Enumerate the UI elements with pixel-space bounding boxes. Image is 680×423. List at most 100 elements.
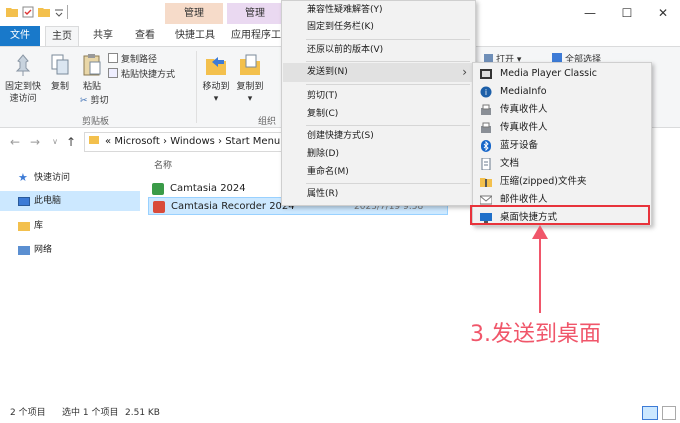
sendto-media-player-classic[interactable]: Media Player Classic — [474, 65, 651, 83]
sendto-zip-folder[interactable]: 压缩(zipped)文件夹 — [474, 173, 651, 191]
details-view-icon[interactable] — [642, 406, 658, 420]
up-arrow-icon[interactable]: ↑ — [64, 134, 78, 150]
tab-app-tools[interactable]: 应用程序工 — [228, 26, 284, 46]
menu-send-to-label: 发送到(N) — [307, 67, 348, 77]
menu-delete[interactable]: 删除(D) — [283, 145, 475, 164]
copy-button[interactable]: 复制 — [46, 53, 74, 93]
mediainfo-icon: i — [480, 86, 492, 98]
send-to-submenu: Media Player Classic i MediaInfo 传真收件人 传… — [472, 62, 652, 226]
cut-button[interactable]: ✂ 剪切 — [80, 94, 109, 108]
back-arrow-icon[interactable]: ← — [8, 134, 22, 150]
tab-file[interactable]: 文件 — [0, 26, 40, 46]
organize-group-label: 组织 — [258, 117, 277, 127]
star-icon: ★ — [18, 171, 28, 184]
sendto-label: 蓝牙设备 — [500, 140, 539, 151]
tab-drive-tools[interactable]: 快捷工具 — [168, 26, 222, 46]
menu-properties[interactable]: 属性(R) — [283, 185, 475, 204]
paste-label: 粘贴 — [82, 82, 101, 92]
maximize-button[interactable]: ☐ — [614, 4, 640, 22]
menu-separator — [306, 125, 470, 126]
documents-icon — [481, 158, 491, 170]
large-icons-view-icon[interactable] — [662, 406, 676, 420]
minimize-button[interactable]: — — [577, 4, 603, 22]
forward-arrow-icon[interactable]: → — [28, 134, 42, 150]
menu-rename[interactable]: 重命名(M) — [283, 163, 475, 182]
fax-icon — [481, 104, 491, 115]
tab-view[interactable]: 查看 — [128, 26, 162, 46]
menu-restore-previous-versions[interactable]: 还原以前的版本(V) — [283, 41, 475, 60]
paste-button[interactable]: 粘贴 — [78, 53, 106, 93]
paste-shortcut-label: 粘贴快捷方式 — [121, 70, 176, 80]
computer-icon — [18, 197, 30, 206]
clipboard-group-label: 剪贴板 — [82, 117, 110, 127]
sendto-mediainfo[interactable]: i MediaInfo — [474, 83, 651, 101]
move-to-button[interactable]: 移动到 ▾ — [200, 53, 232, 105]
copy-icon — [51, 54, 69, 75]
copy-path-label: 复制路径 — [121, 55, 158, 65]
media-player-icon — [480, 69, 492, 79]
menu-separator — [306, 39, 470, 40]
nav-libraries[interactable]: 库 — [0, 216, 140, 236]
folder-icon[interactable] — [6, 6, 18, 18]
sendto-fax-recipient-2[interactable]: 传真收件人 — [474, 119, 651, 137]
tab-manage-drive[interactable]: 管理 — [165, 3, 223, 24]
tab-share[interactable]: 共享 — [86, 26, 120, 46]
network-icon — [18, 246, 30, 255]
menu-send-to[interactable]: 发送到(N) › — [283, 63, 475, 82]
sendto-label: 传真收件人 — [500, 122, 548, 133]
copy-label: 复制 — [50, 82, 69, 92]
paste-shortcut-icon — [108, 68, 118, 78]
scissors-icon: ✂ — [80, 96, 88, 106]
pin-label-line2: 速访问 — [9, 94, 37, 104]
sendto-documents[interactable]: 文档 — [474, 155, 651, 173]
nav-this-pc[interactable]: 此电脑 — [0, 191, 140, 211]
pin-quick-access-button[interactable]: 固定到快 速访问 — [2, 53, 44, 105]
copy-path-button[interactable]: 复制路径 — [108, 53, 157, 67]
recent-locations-icon[interactable]: ∨ — [48, 134, 62, 150]
address-folder-icon — [89, 136, 99, 144]
address-bar[interactable]: « Microsoft › Windows › Start Menu — [84, 132, 284, 152]
tab-home[interactable]: 主页 — [45, 26, 79, 46]
bluetooth-icon — [481, 140, 491, 152]
sendto-label: Media Player Classic — [500, 68, 597, 79]
copy-path-icon — [108, 53, 118, 63]
title-separator — [67, 5, 68, 19]
menu-pin-to-taskbar[interactable]: 固定到任务栏(K) — [283, 18, 475, 37]
properties-icon[interactable] — [22, 6, 34, 18]
nav-libraries-label: 库 — [34, 221, 44, 231]
sendto-label: MediaInfo — [500, 86, 547, 97]
menu-create-shortcut[interactable]: 创建快捷方式(S) — [283, 127, 475, 146]
paste-icon — [83, 54, 101, 76]
customize-toolbar-icon[interactable] — [53, 6, 65, 18]
pin-icon — [15, 54, 31, 76]
nav-network-label: 网络 — [34, 245, 53, 255]
annotation-arrow-icon — [532, 225, 548, 313]
paste-shortcut-button[interactable]: 粘贴快捷方式 — [108, 68, 175, 82]
tab-manage-app[interactable]: 管理 — [227, 3, 283, 24]
column-header-name[interactable]: 名称 — [154, 158, 172, 171]
status-item-count: 2 个项目 — [10, 408, 46, 418]
breadcrumb-microsoft[interactable]: Microsoft — [114, 136, 160, 147]
new-folder-icon[interactable] — [38, 6, 50, 18]
sendto-fax-recipient[interactable]: 传真收件人 — [474, 101, 651, 119]
file-name: Camtasia 2024 — [170, 183, 246, 194]
nav-network[interactable]: 网络 — [0, 240, 140, 260]
sendto-label: 文档 — [500, 158, 520, 169]
svg-text:i: i — [485, 88, 487, 97]
library-icon — [18, 222, 30, 231]
close-button[interactable]: ✕ — [650, 4, 676, 22]
move-to-label: 移动到 ▾ — [202, 82, 230, 104]
move-to-icon — [206, 57, 226, 75]
breadcrumb-start-menu[interactable]: Start Menu — [225, 136, 280, 147]
copy-to-label: 复制到 ▾ — [236, 82, 264, 104]
sendto-bluetooth[interactable]: 蓝牙设备 — [474, 137, 651, 155]
menu-separator — [306, 183, 470, 184]
menu-copy[interactable]: 复制(C) — [283, 105, 475, 124]
copy-to-button[interactable]: 复制到 ▾ — [234, 53, 266, 105]
breadcrumb-windows[interactable]: Windows — [170, 136, 215, 147]
menu-cut[interactable]: 剪切(T) — [283, 87, 475, 106]
nav-quick-access[interactable]: ★ 快速访问 — [0, 168, 140, 188]
address-prefix: « — [105, 136, 112, 147]
nav-quick-access-label: 快速访问 — [34, 173, 71, 183]
camtasia-recorder-icon — [153, 201, 165, 213]
